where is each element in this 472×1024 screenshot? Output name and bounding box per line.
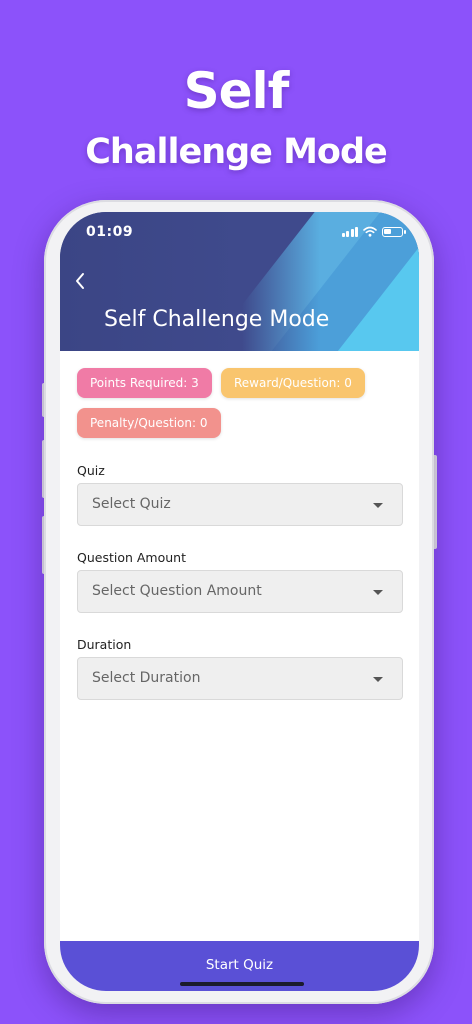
duration-select[interactable]: Select Duration [77,657,403,700]
quiz-label: Quiz [77,463,105,478]
screen-title: Self Challenge Mode [104,307,330,332]
question-amount-select-placeholder: Select Question Amount [92,583,262,599]
promo-title-line1: Self [183,62,290,120]
chevron-down-icon [373,503,383,508]
promo-title-line2: Challenge Mode [85,132,388,172]
question-amount-label: Question Amount [77,550,187,565]
quiz-select-placeholder: Select Quiz [92,496,171,512]
duration-label: Duration [77,637,132,652]
home-indicator [180,982,304,986]
phone-screen: 01:09 Self Challenge Mode Points Require… [60,212,419,991]
reward-per-question-badge: Reward/Question: 0 [221,368,365,398]
status-time: 01:09 [86,224,134,240]
signal-icon [341,226,358,237]
chevron-down-icon [373,590,383,595]
quiz-select[interactable]: Select Quiz [77,483,403,526]
start-quiz-label: Start Quiz [205,957,274,973]
chevron-down-icon [373,677,383,682]
duration-select-placeholder: Select Duration [92,670,201,686]
header-banner: 01:09 Self Challenge Mode [60,212,419,351]
status-icons [341,226,406,237]
question-amount-select[interactable]: Select Question Amount [77,570,403,613]
battery-icon [382,226,406,237]
points-required-badge: Points Required: 3 [77,368,212,398]
wifi-icon [363,226,377,237]
penalty-per-question-badge: Penalty/Question: 0 [77,408,221,438]
back-icon[interactable] [72,270,88,292]
